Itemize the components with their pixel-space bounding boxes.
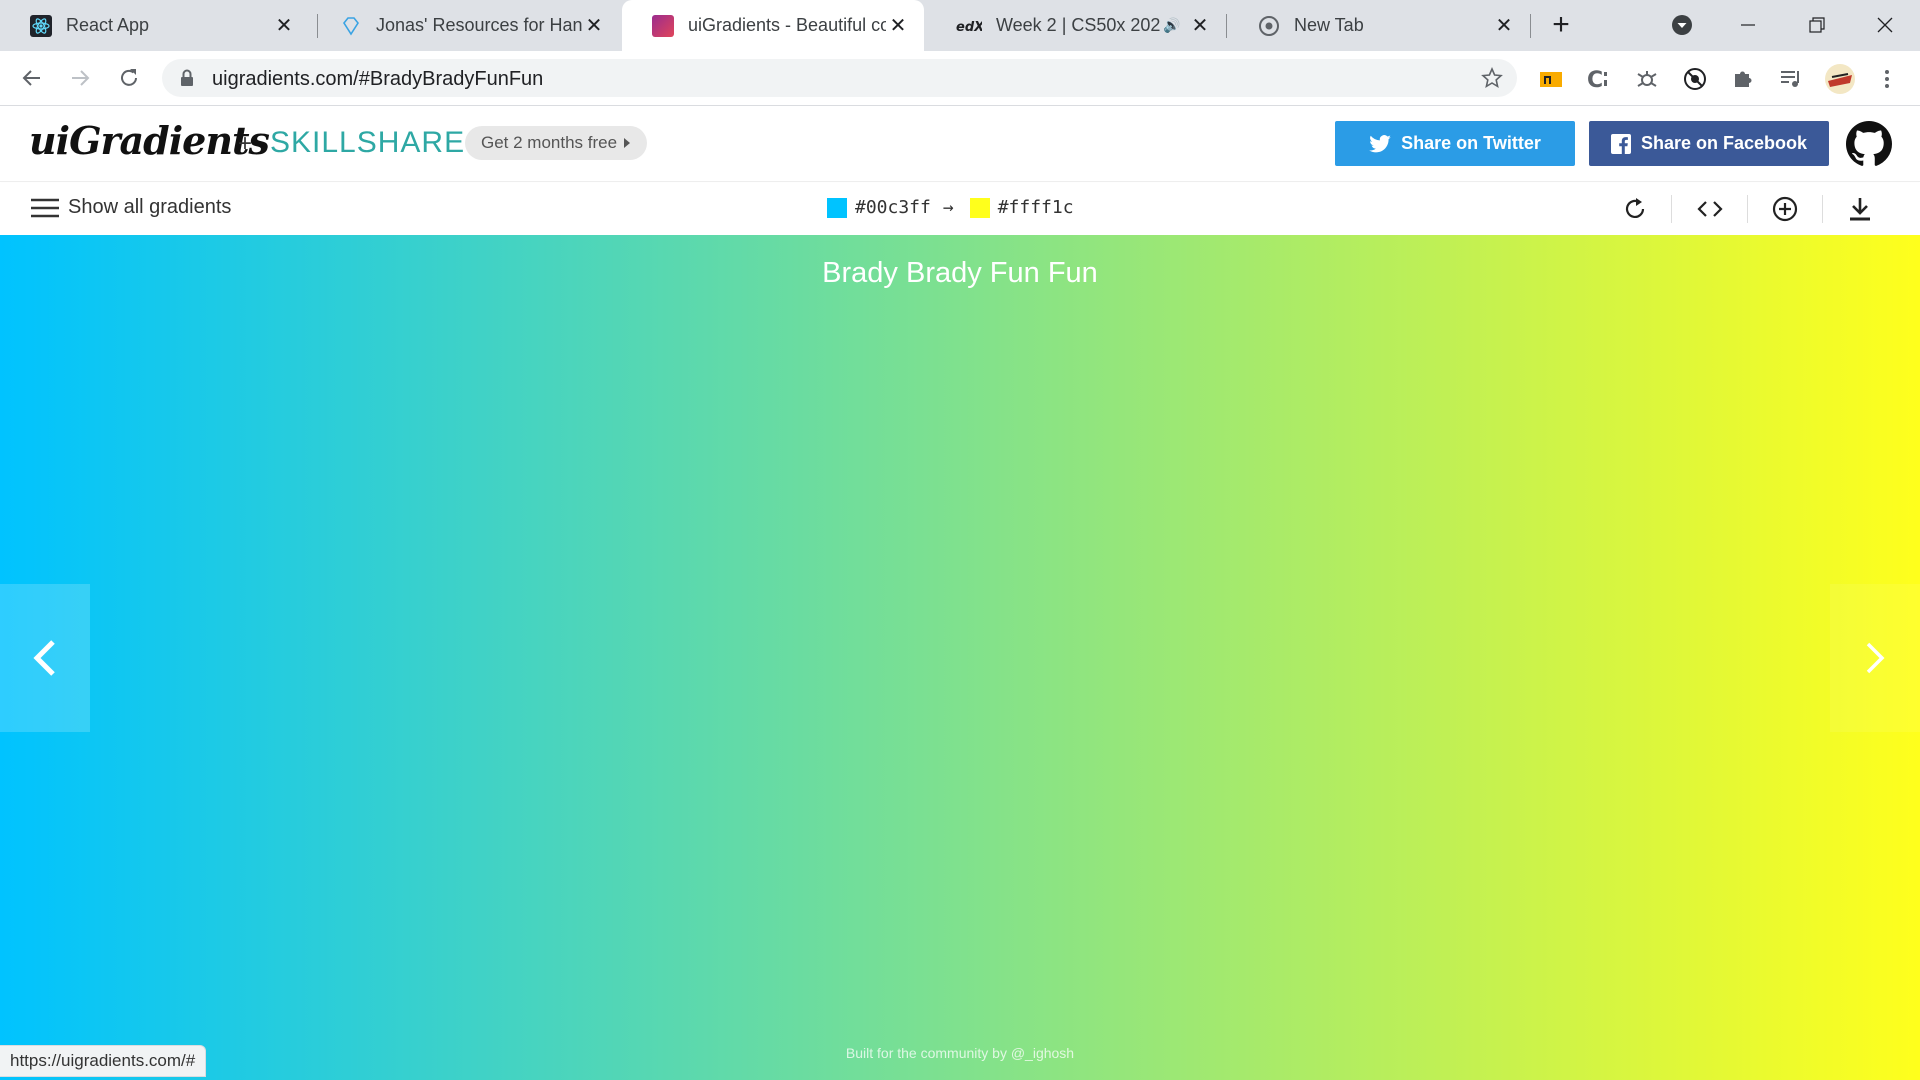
tab-search-icon[interactable] [1665, 10, 1699, 40]
close-tab-icon[interactable]: ✕ [1188, 14, 1212, 38]
gradient-preview: Brady Brady Fun Fun Built for the commun… [0, 235, 1920, 1080]
uigradients-favicon-icon [652, 14, 674, 37]
tab-uigradients[interactable]: uiGradients - Beautiful col ✕ [622, 0, 924, 51]
back-arrow-icon[interactable] [16, 62, 48, 94]
gradient-colors: #00c3ff → #ffff1c [827, 197, 1074, 218]
profile-avatar-icon[interactable] [1823, 64, 1857, 94]
show-all-gradients-button[interactable]: Show all gradients [30, 196, 231, 219]
tab-title: uiGradients - Beautiful col [688, 15, 886, 35]
add-gradient-icon[interactable] [1769, 193, 1801, 225]
github-icon[interactable] [1846, 121, 1892, 172]
tab-title: New Tab [1294, 15, 1364, 35]
color-swatch-from[interactable] [827, 197, 847, 218]
minimize-icon[interactable] [1731, 10, 1765, 40]
link-status-bubble: https://uigradients.com/# [0, 1045, 207, 1077]
plus-sign: + [238, 130, 253, 157]
restore-icon[interactable] [1800, 10, 1834, 40]
promo-label: Get 2 months free [481, 133, 618, 152]
media-queue-icon[interactable] [1776, 64, 1806, 94]
skillshare-logo[interactable]: SKILLSHARE [270, 126, 465, 160]
react-favicon-icon [30, 14, 52, 37]
hamburger-menu-icon [31, 198, 59, 217]
close-window-icon[interactable] [1868, 10, 1902, 40]
chrome-menu-icon[interactable] [1872, 64, 1902, 94]
tab-title: Jonas' Resources for Hand [376, 15, 582, 35]
toolbar-divider [1747, 195, 1748, 223]
download-icon[interactable] [1844, 193, 1876, 225]
close-tab-icon[interactable]: ✕ [886, 14, 910, 38]
extension-blocker-icon[interactable] [1680, 64, 1710, 94]
lock-icon[interactable] [180, 69, 194, 92]
extension-folder-icon[interactable] [1536, 64, 1566, 94]
tab-separator [1530, 14, 1531, 38]
share-facebook-label: Share on Facebook [1640, 133, 1808, 153]
gradient-name: Brady Brady Fun Fun [822, 257, 1098, 289]
share-facebook-button[interactable]: Share on Facebook [1589, 121, 1829, 166]
close-tab-icon[interactable]: ✕ [1492, 14, 1516, 38]
browser-tab-strip: React App ✕ Jonas' Resources for Hand ✕ … [0, 0, 1920, 51]
browser-toolbar: uigradients.com/#BradyBradyFunFun C [0, 51, 1920, 106]
toolbar-divider [1671, 195, 1672, 223]
show-all-label: Show all gradients [68, 196, 232, 218]
address-bar[interactable]: uigradients.com/#BradyBradyFunFun [162, 59, 1517, 97]
get-css-code-icon[interactable] [1694, 193, 1726, 225]
new-tab-plus-icon[interactable]: + [1547, 10, 1575, 40]
tab-title: Week 2 | CS50x 2021 | [996, 15, 1160, 35]
extension-bug-icon[interactable] [1632, 64, 1662, 94]
gradient-toolbar: Show all gradients #00c3ff → #ffff1c [0, 183, 1920, 235]
tab-jonas-resources[interactable]: Jonas' Resources for Hand ✕ [310, 0, 620, 51]
tab-separator [1226, 14, 1227, 38]
share-twitter-button[interactable]: Share on Twitter [1335, 121, 1575, 166]
diamond-favicon-icon [340, 15, 362, 37]
extension-c-icon[interactable]: C [1584, 64, 1614, 94]
close-tab-icon[interactable]: ✕ [272, 14, 296, 38]
promo-button[interactable]: Get 2 months free [465, 126, 648, 160]
chevron-left-icon [33, 640, 55, 676]
svg-text:edX: edX [956, 20, 982, 34]
caret-right-icon [624, 138, 631, 148]
next-gradient-button[interactable] [1830, 584, 1920, 732]
tab-react-app[interactable]: React App ✕ [0, 0, 310, 51]
share-twitter-label: Share on Twitter [1401, 133, 1541, 153]
facebook-icon [1610, 133, 1631, 154]
arrow-right-icon: → [942, 197, 954, 218]
uigradients-logo[interactable]: uiGradients [29, 118, 270, 163]
color-code-from[interactable]: #00c3ff [855, 197, 931, 218]
site-header: uiGradients + SKILLSHARE Get 2 months fr… [0, 106, 1920, 182]
footer-credit[interactable]: Built for the community by @_ighosh [0, 1045, 1920, 1061]
extensions-puzzle-icon[interactable] [1728, 64, 1758, 94]
previous-gradient-button[interactable] [0, 584, 90, 732]
color-swatch-to[interactable] [969, 197, 990, 218]
tab-cs50[interactable]: edX Week 2 | CS50x 2021 | 🔊 ✕ [926, 0, 1226, 51]
toolbar-divider [1822, 195, 1823, 223]
rotate-gradient-icon[interactable] [1619, 193, 1651, 225]
speaker-icon[interactable]: 🔊 [1160, 14, 1184, 38]
close-tab-icon[interactable]: ✕ [582, 14, 606, 38]
edx-favicon-icon: edX [956, 15, 982, 37]
reload-icon[interactable] [113, 62, 145, 94]
forward-arrow-icon[interactable] [64, 62, 96, 94]
url-text[interactable]: uigradients.com/#BradyBradyFunFun [212, 68, 543, 91]
tab-title: React App [66, 15, 150, 35]
color-code-to[interactable]: #ffff1c [998, 197, 1074, 218]
tab-new-tab[interactable]: New Tab ✕ [1228, 0, 1530, 51]
chrome-favicon-icon [1258, 15, 1280, 37]
chevron-right-icon [1866, 642, 1885, 674]
twitter-icon [1369, 134, 1391, 152]
bookmark-star-icon[interactable] [1481, 66, 1503, 94]
svg-text:C: C [1587, 68, 1603, 90]
